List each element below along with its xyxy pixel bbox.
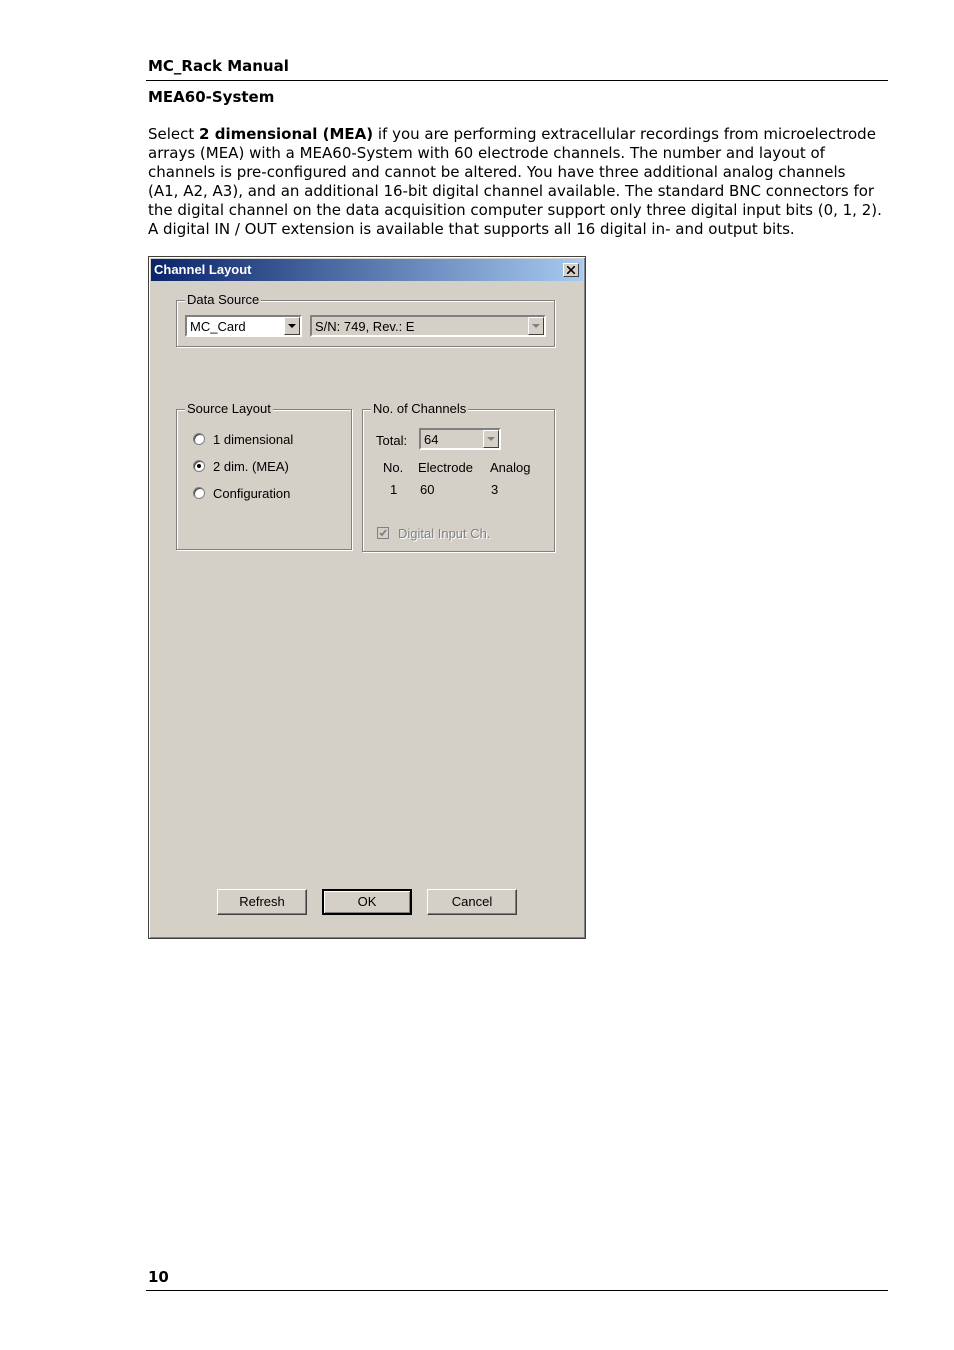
source-layout-group: Source Layout 1 dimensional 2 dim. (MEA)… xyxy=(176,401,352,550)
source-select-arrow[interactable] xyxy=(284,317,300,335)
col-header-analog: Analog xyxy=(490,460,531,475)
digital-input-checkbox[interactable] xyxy=(377,527,389,539)
paragraph-line-2: arrays (MEA) with a MEA60-System with 60… xyxy=(148,144,825,162)
close-button[interactable] xyxy=(563,263,579,277)
serial-select-value: S/N: 749, Rev.: E xyxy=(315,319,415,334)
radio-button-selected[interactable] xyxy=(193,460,205,472)
serial-select-arrow[interactable] xyxy=(528,317,544,335)
paragraph-line-5: the digital channel on the data acquisit… xyxy=(148,201,882,219)
total-label: Total: xyxy=(376,433,408,448)
value-electrode: 60 xyxy=(420,482,435,497)
total-select-arrow[interactable] xyxy=(483,430,499,448)
total-select[interactable]: 64 xyxy=(419,428,501,450)
source-layout-legend: Source Layout xyxy=(185,401,273,416)
source-select[interactable]: MC_Card xyxy=(185,315,302,337)
page-number: 10 xyxy=(148,1268,169,1286)
section-title: MEA60-System xyxy=(148,88,275,106)
header-rule xyxy=(146,80,888,81)
col-header-electrode: Electrode xyxy=(418,460,473,475)
chevron-down-icon xyxy=(532,324,540,328)
channels-group: No. of Channels Total: 64 No. Electrode … xyxy=(362,401,555,552)
serial-select[interactable]: S/N: 749, Rev.: E xyxy=(310,315,546,337)
paragraph-line-3: channels is pre-configured and cannot be… xyxy=(148,163,846,181)
cancel-button[interactable]: Cancel xyxy=(427,889,517,915)
data-source-legend: Data Source xyxy=(185,292,262,307)
chevron-down-icon xyxy=(288,324,296,328)
dialog-title: Channel Layout xyxy=(154,262,252,277)
channels-legend: No. of Channels xyxy=(371,401,469,416)
radio-button[interactable] xyxy=(193,487,205,499)
paragraph-line-4: (A1, A2, A3), and an additional 16-bit d… xyxy=(148,182,875,200)
channel-layout-dialog: Channel Layout Data Source MC_Card S/N: … xyxy=(148,256,586,939)
body-paragraph: Select 2 dimensional (MEA) if you are pe… xyxy=(148,125,888,239)
total-select-value: 64 xyxy=(424,432,439,447)
paragraph-line-6: A digital IN / OUT extension is availabl… xyxy=(148,220,795,238)
radio-button[interactable] xyxy=(193,433,205,445)
header-title: MC_Rack Manual xyxy=(148,57,289,75)
data-source-group: Data Source MC_Card S/N: 749, Rev.: E xyxy=(176,292,555,347)
chevron-down-icon xyxy=(487,437,495,441)
dialog-titlebar[interactable]: Channel Layout xyxy=(151,259,583,281)
source-select-value: MC_Card xyxy=(190,319,246,334)
value-no: 1 xyxy=(390,482,398,497)
col-header-no: No. xyxy=(383,460,404,475)
checkmark-icon xyxy=(379,529,387,537)
refresh-button[interactable]: Refresh xyxy=(217,889,307,915)
footer-rule xyxy=(146,1290,888,1291)
ok-button[interactable]: OK xyxy=(322,889,412,915)
close-icon xyxy=(567,266,575,274)
value-analog: 3 xyxy=(491,482,499,497)
emphasis-2-dimensional: 2 dimensional (MEA) xyxy=(199,125,374,143)
paragraph-line-1: Select 2 dimensional (MEA) if you are pe… xyxy=(148,125,876,143)
digital-input-label: Digital Input Ch. xyxy=(398,526,491,541)
